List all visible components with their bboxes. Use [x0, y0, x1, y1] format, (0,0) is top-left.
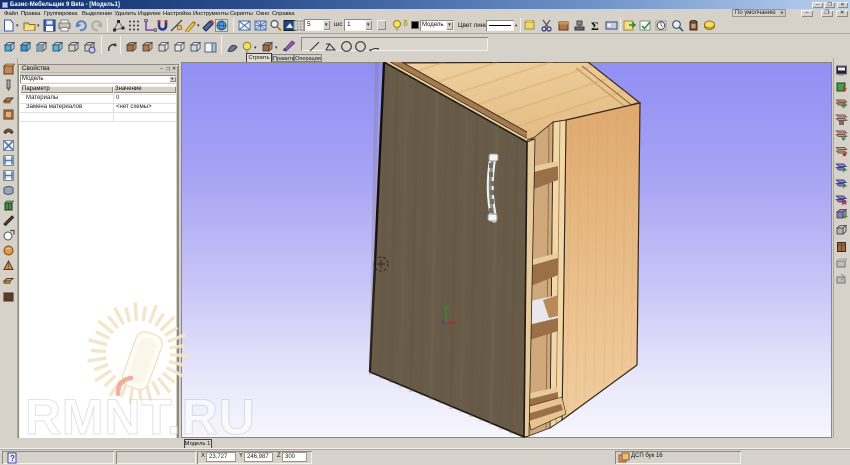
svg-text:?: ? — [10, 454, 15, 463]
svg-text:Σ: Σ — [591, 19, 599, 32]
